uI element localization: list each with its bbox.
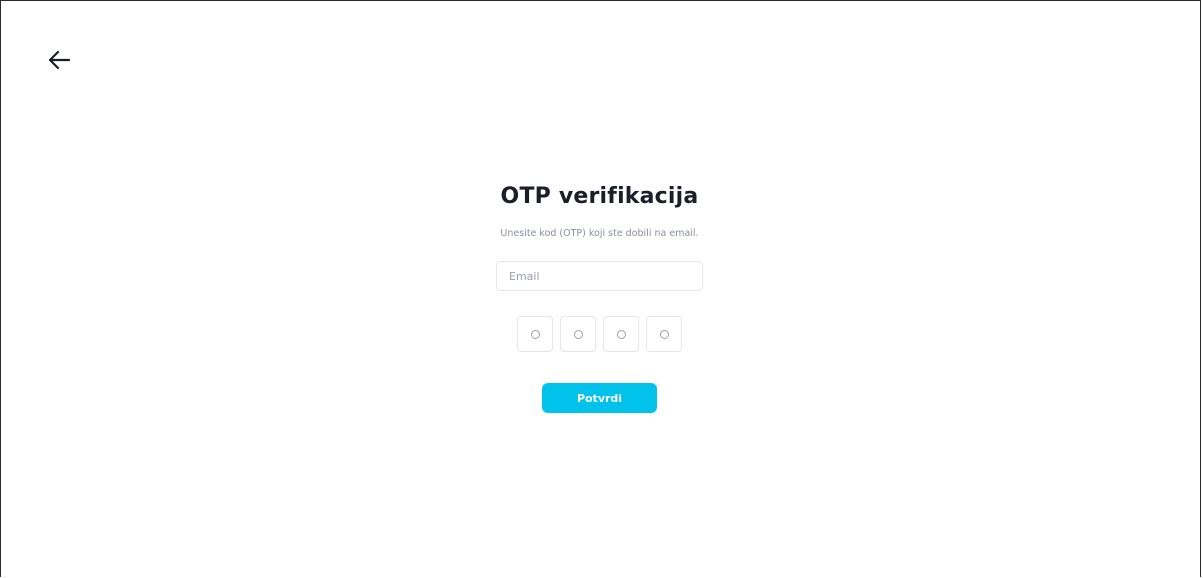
otp-digit-2[interactable] [560, 316, 596, 352]
otp-digit-3[interactable] [603, 316, 639, 352]
otp-verification-form: OTP verifikacija Unesite kod (OTP) koji … [1, 1, 1202, 578]
circle-outline-icon [659, 329, 669, 339]
submit-button[interactable]: Potvrdi [542, 383, 657, 413]
circle-outline-icon [616, 329, 626, 339]
page-title: OTP verifikacija [500, 184, 699, 209]
page-subtitle: Unesite kod (OTP) koji ste dobili na ema… [500, 228, 699, 239]
circle-outline-icon [530, 329, 540, 339]
otp-digit-4[interactable] [646, 316, 682, 352]
circle-outline-icon [573, 329, 583, 339]
otp-digit-1[interactable] [517, 316, 553, 352]
otp-input-group [517, 316, 682, 352]
app-frame: OTP verifikacija Unesite kod (OTP) koji … [0, 0, 1201, 577]
email-field[interactable] [496, 261, 703, 291]
